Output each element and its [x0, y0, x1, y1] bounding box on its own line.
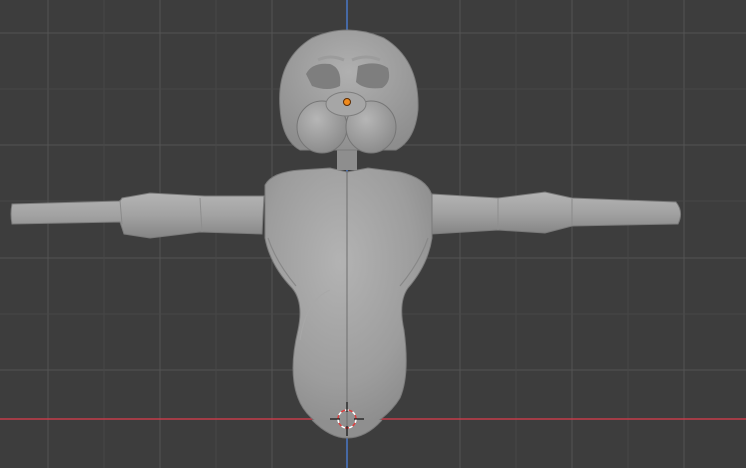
viewport-canvas[interactable]: [0, 0, 746, 468]
object-origin[interactable]: [343, 98, 351, 106]
3d-viewport[interactable]: [0, 0, 746, 468]
character-mesh[interactable]: [10, 29, 682, 439]
torso[interactable]: [264, 167, 433, 437]
neck: [337, 150, 357, 170]
right-eye-socket: [356, 63, 390, 89]
left-arm[interactable]: [10, 192, 265, 239]
head[interactable]: [279, 29, 419, 154]
right-arm[interactable]: [431, 191, 682, 235]
